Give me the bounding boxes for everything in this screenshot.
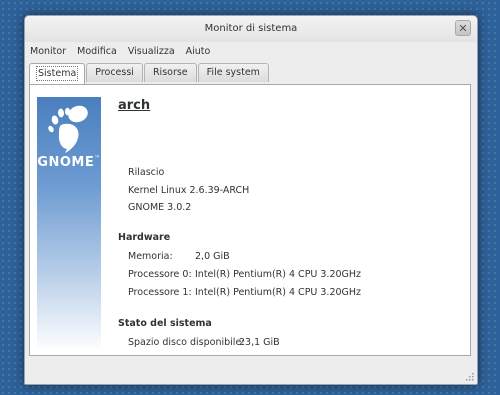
system-info: arch Rilascio Kernel Linux 2.6.39-ARCH G… bbox=[118, 85, 458, 357]
gnome-logo-banner: GNOME™ bbox=[37, 97, 101, 352]
system-tab-panel: GNOME™ arch Rilascio Kernel Linux 2.6.39… bbox=[29, 84, 471, 356]
gnome-foot-icon bbox=[48, 105, 88, 153]
close-button[interactable]: ✕ bbox=[455, 20, 471, 36]
menu-monitor[interactable]: Monitor bbox=[30, 46, 66, 57]
menu-aiuto[interactable]: Aiuto bbox=[186, 46, 211, 57]
menu-visualizza[interactable]: Visualizza bbox=[128, 46, 175, 57]
tab-sistema[interactable]: Sistema bbox=[29, 63, 86, 84]
hardware-heading: Hardware bbox=[118, 232, 171, 243]
cpu0-label: Processore 0: bbox=[128, 269, 192, 280]
title-bar[interactable]: Monitor di sistema ✕ bbox=[25, 16, 477, 42]
disk-space-label: Spazio disco disponibile: bbox=[128, 337, 245, 348]
memory-value: 2,0 GiB bbox=[195, 251, 230, 262]
menu-modifica[interactable]: Modifica bbox=[77, 46, 117, 57]
release-label: Rilascio bbox=[128, 167, 165, 178]
tab-file-system[interactable]: File system bbox=[197, 63, 269, 82]
system-monitor-window: Monitor di sistema ✕ Monitor Modifica Vi… bbox=[24, 15, 478, 385]
kernel-version: Kernel Linux 2.6.39-ARCH bbox=[128, 185, 250, 196]
memory-label: Memoria: bbox=[128, 251, 173, 262]
tab-risorse[interactable]: Risorse bbox=[143, 63, 197, 82]
gnome-version: GNOME 3.0.2 bbox=[128, 202, 192, 213]
window-title: Monitor di sistema bbox=[204, 23, 298, 34]
cpu1-value: Intel(R) Pentium(R) 4 CPU 3.20GHz bbox=[195, 287, 362, 298]
gnome-logo-text: GNOME™ bbox=[37, 155, 101, 170]
disk-space-value: 23,1 GiB bbox=[239, 337, 280, 348]
resize-grip-icon[interactable] bbox=[464, 371, 474, 381]
menu-bar: Monitor Modifica Visualizza Aiuto bbox=[25, 42, 477, 60]
close-icon: ✕ bbox=[458, 22, 468, 35]
status-bar bbox=[25, 362, 477, 384]
tab-bar: Sistema Processi Risorse File system bbox=[25, 60, 477, 84]
cpu1-label: Processore 1: bbox=[128, 287, 192, 298]
cpu0-value: Intel(R) Pentium(R) 4 CPU 3.20GHz bbox=[195, 269, 362, 280]
tab-processi[interactable]: Processi bbox=[86, 63, 143, 82]
hostname: arch bbox=[118, 98, 151, 113]
system-status-heading: Stato del sistema bbox=[118, 318, 212, 329]
